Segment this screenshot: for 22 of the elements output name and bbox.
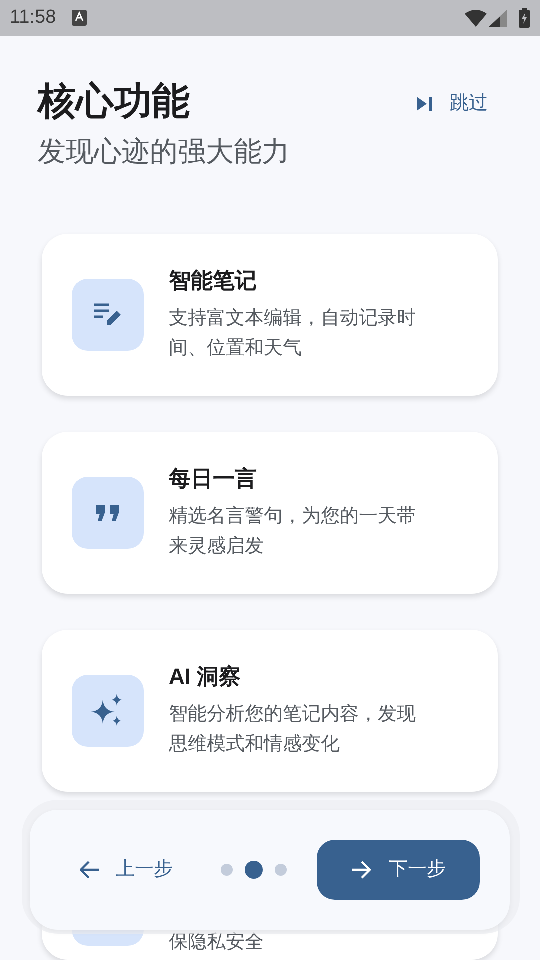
skip-icon: [417, 97, 432, 112]
page-subtitle: 发现心迹的强大能力: [38, 135, 291, 169]
notes-pencil-icon: [94, 303, 122, 327]
wifi-icon: [465, 10, 487, 26]
previous-button[interactable]: 上一步: [80, 856, 173, 884]
battery-icon: [519, 8, 530, 28]
feature-title: 每日一言: [169, 465, 258, 493]
quote-icon: [96, 505, 120, 521]
next-button[interactable]: 下一步: [317, 840, 480, 900]
feature-description: 保隐私安全: [169, 931, 265, 955]
keyboard-icon: [72, 10, 88, 26]
feature-description: 支持富文本编辑，自动记录时间、位置和天气: [169, 307, 417, 361]
arrow-right-icon: [351, 861, 371, 879]
page-title: 核心功能: [38, 80, 191, 125]
arrow-left-icon: [80, 861, 100, 879]
status-time: 11:58: [10, 6, 56, 30]
feature-title: 智能笔记: [169, 267, 258, 295]
signal-icon: [489, 10, 507, 26]
feature-description: 精选名言警句，为您的一天带来灵感启发: [169, 505, 417, 559]
feature-title: AI 洞察: [169, 663, 242, 691]
feature-description: 智能分析您的笔记内容，发现思维模式和情感变化: [169, 703, 417, 757]
skip-button[interactable]: 跳过: [417, 90, 488, 118]
